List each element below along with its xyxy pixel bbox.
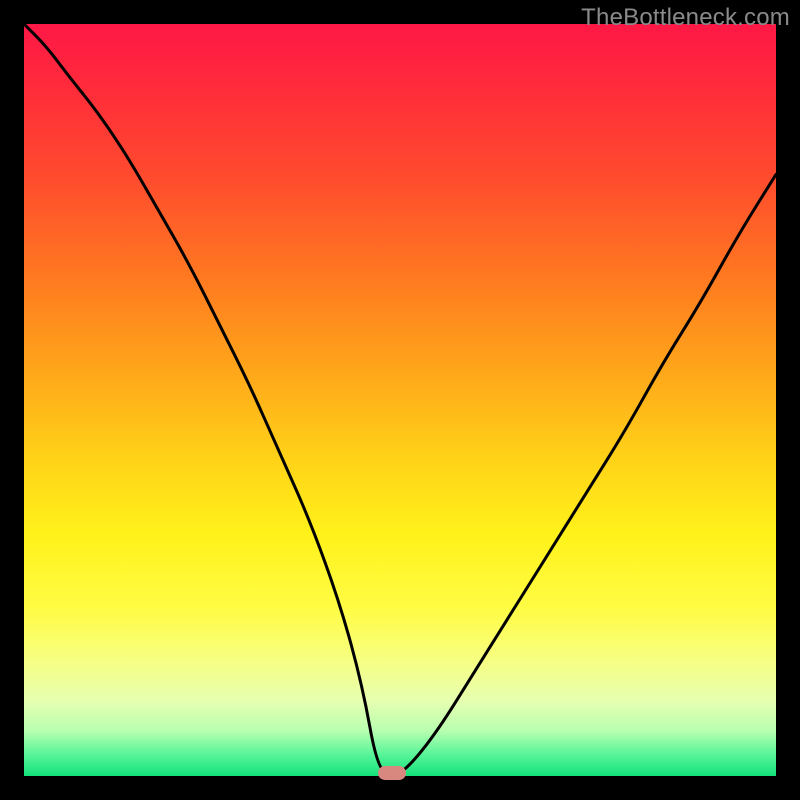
optimal-marker	[378, 766, 406, 780]
chart-frame: TheBottleneck.com	[0, 0, 800, 800]
bottleneck-curve	[24, 24, 776, 776]
watermark-text: TheBottleneck.com	[581, 4, 790, 32]
plot-area	[24, 24, 776, 776]
